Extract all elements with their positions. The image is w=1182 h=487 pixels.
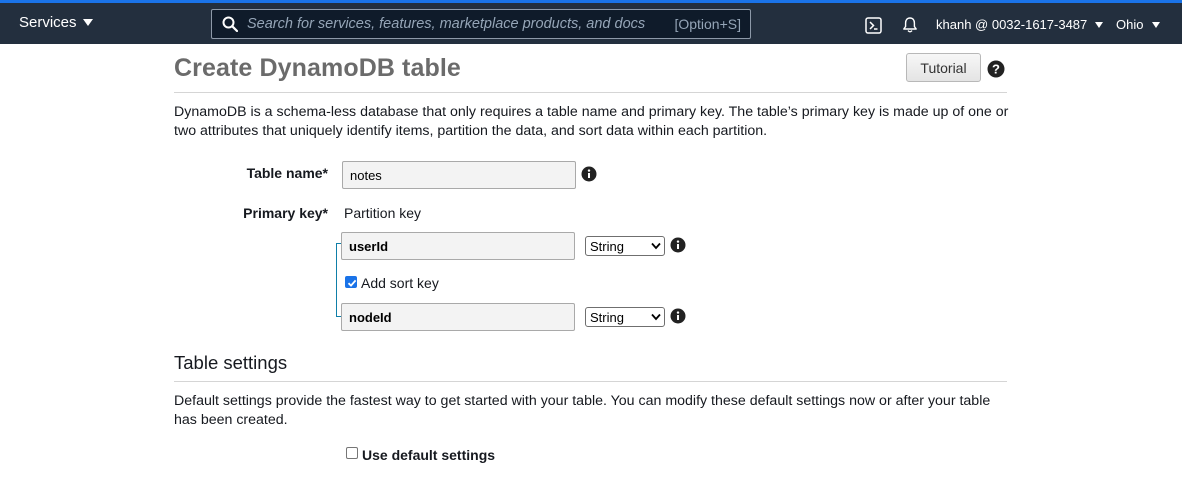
divider — [174, 92, 1007, 93]
table-name-label: Table name* — [246, 165, 328, 181]
search-shortcut-hint: [Option+S] — [674, 16, 741, 32]
partition-key-label: Partition key — [344, 205, 422, 221]
info-icon[interactable] — [581, 166, 597, 182]
services-menu-button[interactable]: Services — [19, 14, 93, 31]
primary-key-label: Primary key* — [243, 205, 328, 221]
divider — [174, 381, 1007, 382]
caret-down-icon — [1152, 21, 1161, 28]
checkmark-icon — [347, 279, 357, 287]
search-icon — [222, 16, 238, 32]
region-menu-button[interactable]: Ohio — [1116, 17, 1161, 32]
page-description: DynamoDB is a schema-less database that … — [174, 104, 1009, 139]
partition-key-type-select[interactable]: String — [585, 236, 665, 256]
top-navigation-bar: Services Search for services, features, … — [0, 0, 1182, 44]
caret-down-icon — [82, 19, 93, 26]
table-name-input[interactable]: notes — [342, 161, 576, 189]
search-input[interactable]: Search for services, features, marketpla… — [211, 9, 751, 39]
help-icon[interactable]: ? — [987, 60, 1005, 78]
search-placeholder: Search for services, features, marketpla… — [247, 16, 646, 32]
sort-key-type-select[interactable]: String — [585, 307, 665, 327]
account-label: khanh @ 0032-1617-3487 — [936, 17, 1088, 32]
table-settings-description: Default settings provide the fastest way… — [174, 393, 991, 428]
services-label: Services — [19, 14, 77, 31]
table-settings-heading: Table settings — [174, 352, 288, 373]
page-title: Create DynamoDB table — [174, 54, 461, 82]
chevron-down-icon — [651, 313, 661, 321]
bell-icon[interactable] — [901, 16, 919, 34]
sort-key-input[interactable]: nodeId — [341, 303, 575, 331]
caret-down-icon — [1095, 21, 1104, 28]
chevron-down-icon — [651, 242, 661, 250]
svg-text:?: ? — [992, 62, 1000, 77]
info-icon[interactable] — [670, 237, 686, 253]
use-default-settings-checkbox[interactable] — [346, 447, 358, 459]
add-sort-key-label[interactable]: Add sort key — [361, 275, 439, 291]
account-menu-button[interactable]: khanh @ 0032-1617-3487 — [936, 17, 1104, 32]
info-icon[interactable] — [670, 308, 686, 324]
region-label: Ohio — [1116, 17, 1144, 32]
sort-key-type-value: String — [590, 310, 624, 325]
partition-key-input[interactable]: userId — [341, 232, 575, 260]
add-sort-key-checkbox[interactable] — [345, 276, 357, 288]
partition-key-type-value: String — [590, 239, 624, 254]
tutorial-button[interactable]: Tutorial — [906, 53, 981, 82]
cloudshell-icon[interactable] — [865, 17, 882, 34]
use-default-settings-label[interactable]: Use default settings — [362, 447, 495, 463]
